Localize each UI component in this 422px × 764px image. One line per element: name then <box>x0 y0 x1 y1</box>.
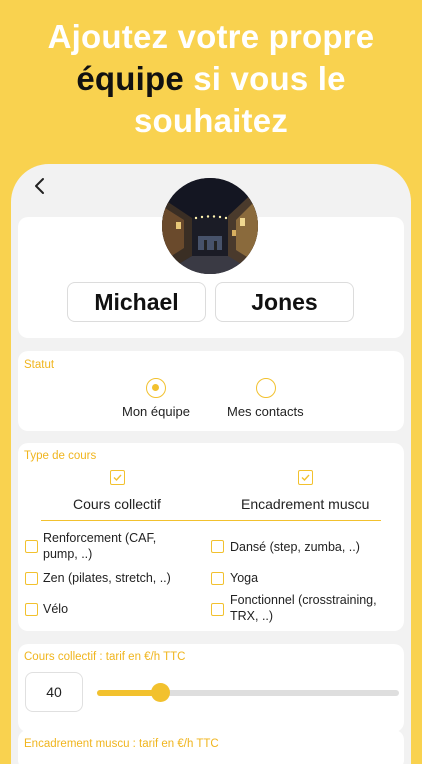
headline-line-1: Ajoutez votre propre <box>47 18 375 55</box>
option-fonctionnel[interactable]: Fonctionnel (crosstraining, TRX, ..) <box>230 592 377 624</box>
checkbox-velo[interactable] <box>25 603 38 616</box>
checkbox-danse[interactable] <box>211 540 224 553</box>
first-name-field[interactable]: Michael <box>67 282 206 322</box>
tarif-collectif-label: Cours collectif : tarif en €/h TTC <box>24 651 186 663</box>
radio-mon-equipe-label[interactable]: Mon équipe <box>122 404 190 419</box>
checkbox-renforcement[interactable] <box>25 540 38 553</box>
radio-mon-equipe[interactable] <box>146 378 166 398</box>
tarif-muscu-label: Encadrement muscu : tarif en €/h TTC <box>24 738 219 750</box>
tarif-collectif-input[interactable]: 40 <box>25 672 83 712</box>
headline-emphasis: équipe <box>76 60 184 97</box>
checkbox-yoga[interactable] <box>211 572 224 585</box>
chevron-left-icon <box>35 178 44 194</box>
avatar[interactable] <box>162 178 258 274</box>
option-danse[interactable]: Dansé (step, zumba, ..) <box>230 539 360 555</box>
phone-screen: Michael Jones Statut Mon équipe Mes cont… <box>11 164 411 764</box>
statut-card: Statut Mon équipe Mes contacts <box>18 351 404 431</box>
headline: Ajoutez votre propre équipe si vous le s… <box>0 16 422 142</box>
checkbox-cours-collectif[interactable] <box>110 470 125 485</box>
option-renforcement-line-1: Renforcement (CAF, <box>43 531 157 545</box>
check-icon <box>113 474 122 482</box>
category-cours-collectif[interactable]: Cours collectif <box>73 496 161 512</box>
headline-line-2: équipe si vous le <box>0 58 422 100</box>
radio-mes-contacts-label[interactable]: Mes contacts <box>227 404 304 419</box>
headline-line-3: souhaitez <box>134 102 288 139</box>
option-velo[interactable]: Vélo <box>43 601 68 617</box>
statut-label: Statut <box>24 359 55 371</box>
option-yoga[interactable]: Yoga <box>230 570 258 586</box>
option-zen[interactable]: Zen (pilates, stretch, ..) <box>43 570 171 586</box>
headline-line-2-rest: si vous le <box>183 60 346 97</box>
option-renforcement-line-2: pump, ..) <box>43 547 93 561</box>
radio-selected-dot <box>152 384 159 391</box>
radio-mes-contacts[interactable] <box>256 378 276 398</box>
checkbox-zen[interactable] <box>25 572 38 585</box>
type-cours-card: Type de cours Cours collectif Encadremen… <box>18 443 404 631</box>
option-renforcement[interactable]: Renforcement (CAF, pump, ..) <box>43 530 156 562</box>
category-encadrement-muscu[interactable]: Encadrement muscu <box>241 496 369 512</box>
checkbox-fonctionnel[interactable] <box>211 603 224 616</box>
tarif-collectif-card: Cours collectif : tarif en €/h TTC 40 <box>18 644 404 732</box>
tarif-collectif-slider[interactable] <box>97 683 399 702</box>
check-icon <box>301 474 310 482</box>
type-cours-label: Type de cours <box>24 450 97 462</box>
slider-thumb[interactable] <box>151 683 171 702</box>
option-fonctionnel-line-1: Fonctionnel (crosstraining, <box>230 593 377 607</box>
back-button[interactable] <box>31 176 51 196</box>
category-divider <box>41 520 381 521</box>
tarif-muscu-card: Encadrement muscu : tarif en €/h TTC <box>18 730 404 764</box>
checkbox-encadrement-muscu[interactable] <box>298 470 313 485</box>
last-name-field[interactable]: Jones <box>215 282 354 322</box>
option-fonctionnel-line-2: TRX, ..) <box>230 609 274 623</box>
